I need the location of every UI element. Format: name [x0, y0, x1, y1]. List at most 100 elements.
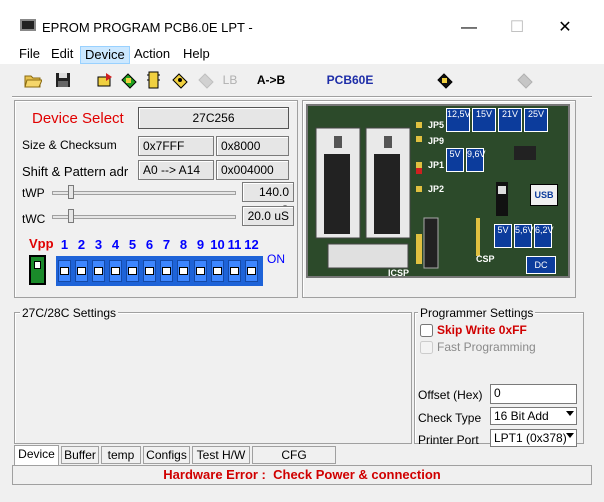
dip-switch[interactable]: [194, 260, 207, 282]
twp-label: tWP: [22, 186, 45, 200]
dip-switch[interactable]: [109, 260, 122, 282]
pin-number: 9: [196, 237, 205, 252]
csp-label: CSP: [476, 254, 495, 264]
dip-switch-knob: [247, 267, 256, 275]
voltage-jumper: 9,6V: [466, 148, 486, 172]
fast-programming-label: Fast Programming: [437, 340, 536, 354]
twp-slider[interactable]: [52, 191, 236, 195]
pin-number: 12: [244, 237, 259, 252]
device-select-heading: Device Select: [32, 110, 124, 127]
app-icon: [20, 19, 36, 31]
dip-switch[interactable]: [143, 260, 156, 282]
pin-number: 8: [179, 237, 188, 252]
dip-switch-knob: [196, 267, 205, 275]
tab-temp[interactable]: temp: [101, 446, 141, 464]
shift-field: A0 --> A14: [138, 160, 214, 180]
offset-label: Offset (Hex): [418, 388, 483, 402]
dip-switch[interactable]: [177, 260, 190, 282]
device-select-button[interactable]: 27C256: [138, 107, 289, 129]
model-label: PCB60E: [326, 73, 374, 87]
lb-button: LB: [222, 73, 238, 87]
printer-port-select[interactable]: LPT1 (0x378): [490, 429, 577, 447]
menu-help[interactable]: Help: [179, 46, 214, 64]
write-chip-icon[interactable]: [120, 71, 138, 89]
voltage-jumper: 5V: [446, 148, 464, 172]
pin-number: 10: [210, 237, 225, 252]
menu-edit[interactable]: Edit: [47, 46, 77, 64]
pin-number: 6: [145, 237, 154, 252]
verify-chip-icon[interactable]: [146, 71, 164, 89]
tab-cfg-pic18[interactable]: CFG PIC18Fxxx: [252, 446, 336, 478]
size-field: 0x7FFF: [138, 136, 214, 156]
size-checksum-label: Size & Checksum: [22, 138, 117, 152]
voltage-jumper: 5,6V: [514, 224, 534, 248]
dip-switch[interactable]: [75, 260, 88, 282]
pin-number: 3: [94, 237, 103, 252]
twc-value: 20.0 uS: [242, 206, 294, 226]
jp2-label: JP2: [428, 184, 445, 194]
dip-switch[interactable]: [211, 260, 224, 282]
dip-switch[interactable]: [228, 260, 241, 282]
on-label: ON: [267, 252, 285, 266]
dip-switch-knob: [60, 267, 69, 275]
dip-switch-knob: [162, 267, 171, 275]
read-chip-icon[interactable]: [96, 71, 114, 89]
voltage-top-row: 12,5V 15V 21V 25V: [446, 108, 548, 132]
tab-device[interactable]: Device: [14, 445, 59, 465]
voltage-jumper: 12,5V: [446, 108, 471, 132]
check-type-select[interactable]: 16 Bit Add: [490, 407, 577, 425]
pin-number: 11: [227, 237, 242, 252]
chevron-down-icon: [566, 411, 574, 416]
pin-number: 5: [128, 237, 137, 252]
pin-number-row: 1 2 3 4 5 6 7 8 9 10 11 12: [56, 237, 260, 252]
pcb-board-image: JP5 JP9 JP1 JP2 ICSP CSP USB DC 12,5V 15V…: [306, 104, 570, 278]
pin-number: 2: [77, 237, 86, 252]
disabled-pcb-icon: [516, 71, 534, 89]
check-type-value: 16 Bit Add: [494, 409, 549, 423]
dip-switch[interactable]: [92, 260, 105, 282]
erase-chip-icon[interactable]: [171, 71, 189, 89]
shift-pattern-label: Shift & Pattern adr: [22, 164, 129, 179]
dip-switch[interactable]: [160, 260, 173, 282]
menu-file[interactable]: File: [15, 46, 44, 64]
pin-number: 4: [111, 237, 120, 252]
skip-write-checkbox[interactable]: [420, 324, 433, 337]
twp-slider-thumb[interactable]: [68, 185, 74, 199]
jp1-label: JP1: [428, 160, 445, 170]
twp-value: 140.0 uS: [242, 182, 294, 217]
tab-configs[interactable]: Configs: [143, 446, 190, 464]
dip-switch[interactable]: [245, 260, 258, 282]
window-title: EPROM PROGRAM PCB6.0E LPT -: [42, 20, 253, 35]
menu-device[interactable]: Device: [80, 46, 130, 64]
voltage-bottom-row: 5V 5,6V 6,2V: [494, 224, 554, 248]
close-button[interactable]: ✕: [542, 14, 588, 42]
open-folder-icon[interactable]: [24, 71, 43, 89]
menu-action[interactable]: Action: [130, 46, 174, 64]
twc-slider[interactable]: [52, 215, 236, 219]
printer-port-value: LPT1 (0x378): [494, 431, 567, 445]
dip-switch[interactable]: [58, 260, 71, 282]
minimize-button[interactable]: —: [446, 14, 492, 42]
maximize-button[interactable]: ☐: [494, 14, 540, 42]
twc-slider-thumb[interactable]: [68, 209, 74, 223]
checksum-field: 0x8000: [216, 136, 289, 156]
voltage-mid-row: 5V 9,6V: [446, 148, 486, 172]
program-pcb-icon[interactable]: [436, 71, 454, 89]
pin-number: 1: [60, 237, 69, 252]
printer-port-label: Printer Port: [418, 433, 479, 447]
tab-test-hw[interactable]: Test H/W: [192, 446, 250, 464]
title-bar: EPROM PROGRAM PCB6.0E LPT - — ☐ ✕: [0, 0, 604, 42]
dip-switch-knob: [145, 267, 154, 275]
pattern-field: 0x004000: [216, 160, 289, 180]
copy-a-to-b-button[interactable]: A->B: [254, 70, 288, 90]
dip-switch[interactable]: [126, 260, 139, 282]
offset-input[interactable]: 0: [490, 384, 577, 404]
dip-switch-knob: [213, 267, 222, 275]
dip-switch-knob: [94, 267, 103, 275]
vpp-switch[interactable]: [29, 255, 46, 285]
programmer-settings-title: Programmer Settings: [418, 306, 536, 320]
usb-connector: USB: [530, 184, 558, 206]
voltage-jumper: 21V: [498, 108, 522, 132]
save-disk-icon[interactable]: [54, 71, 72, 89]
tab-buffer[interactable]: Buffer: [61, 446, 99, 464]
